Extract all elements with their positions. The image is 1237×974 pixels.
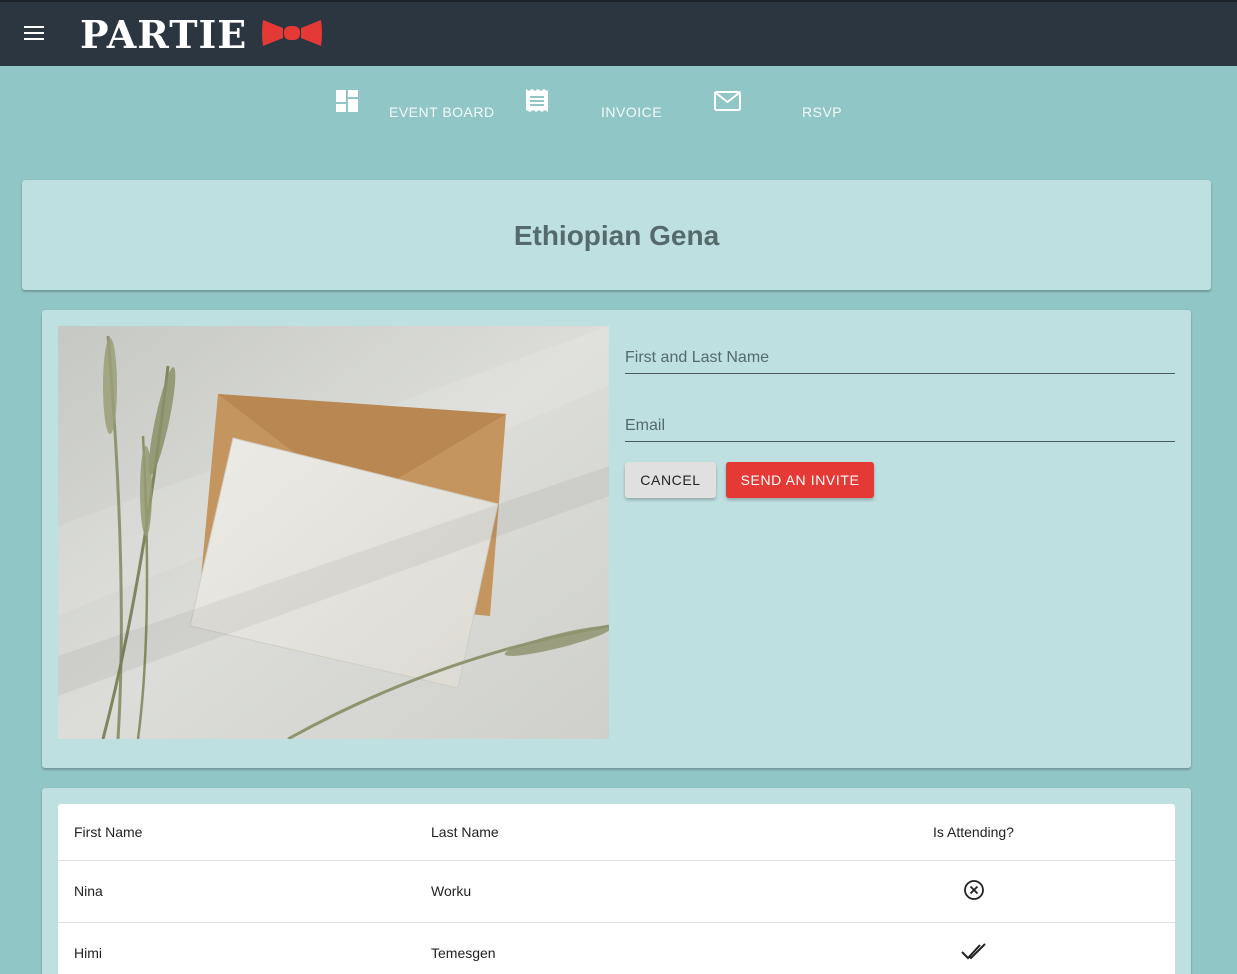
cell-attending xyxy=(772,860,1175,923)
cell-attending xyxy=(772,922,1175,974)
hamburger-menu-icon[interactable] xyxy=(24,26,44,42)
cell-last-name: Worku xyxy=(415,860,772,923)
tab-rsvp[interactable]: RSVP xyxy=(802,104,842,120)
cell-last-name: Temesgen xyxy=(415,922,772,974)
email-field[interactable] xyxy=(625,394,1175,442)
logo-text: PARTIE xyxy=(80,11,248,57)
page-title: Ethiopian Gena xyxy=(513,220,720,251)
tab-invoice[interactable]: INVOICE xyxy=(601,104,662,120)
name-field[interactable] xyxy=(625,326,1175,374)
send-invite-button[interactable]: SEND AN INVITE xyxy=(726,462,874,498)
invitation-photo xyxy=(58,326,609,739)
envelope-photo-image xyxy=(58,326,609,739)
event-title-card: Ethiopian Gena xyxy=(22,180,1211,290)
column-header-first-name[interactable]: First Name xyxy=(58,804,415,861)
column-header-last-name[interactable]: Last Name xyxy=(415,804,772,861)
table-row[interactable]: Nina Worku xyxy=(58,860,1175,923)
column-header-attending[interactable]: Is Attending? xyxy=(772,804,1175,861)
bowtie-icon xyxy=(262,20,323,46)
table-row[interactable]: Himi Temesgen xyxy=(58,922,1175,974)
nav-tabs: EVENT BOARD INVOICE RSVP xyxy=(0,88,1237,138)
table-header-row: First Name Last Name Is Attending? xyxy=(58,804,1175,861)
tab-event-board[interactable]: EVENT BOARD xyxy=(389,104,495,120)
app-header: PARTIE xyxy=(0,0,1237,66)
receipt-icon xyxy=(526,89,548,112)
mail-icon xyxy=(714,91,741,111)
name-input[interactable] xyxy=(625,349,1175,367)
email-input[interactable] xyxy=(625,417,1175,435)
guest-table-card: First Name Last Name Is Attending? Nina … xyxy=(42,788,1191,974)
double-check-icon xyxy=(960,942,986,959)
logo[interactable]: PARTIE xyxy=(80,11,323,57)
circle-x-icon xyxy=(963,879,984,900)
cancel-button[interactable]: CANCEL xyxy=(625,462,716,498)
invite-card: CANCEL SEND AN INVITE xyxy=(42,310,1191,768)
guest-table: First Name Last Name Is Attending? Nina … xyxy=(58,804,1175,974)
cell-first-name: Himi xyxy=(58,922,415,974)
dashboard-icon xyxy=(336,90,358,112)
cell-first-name: Nina xyxy=(58,860,415,923)
